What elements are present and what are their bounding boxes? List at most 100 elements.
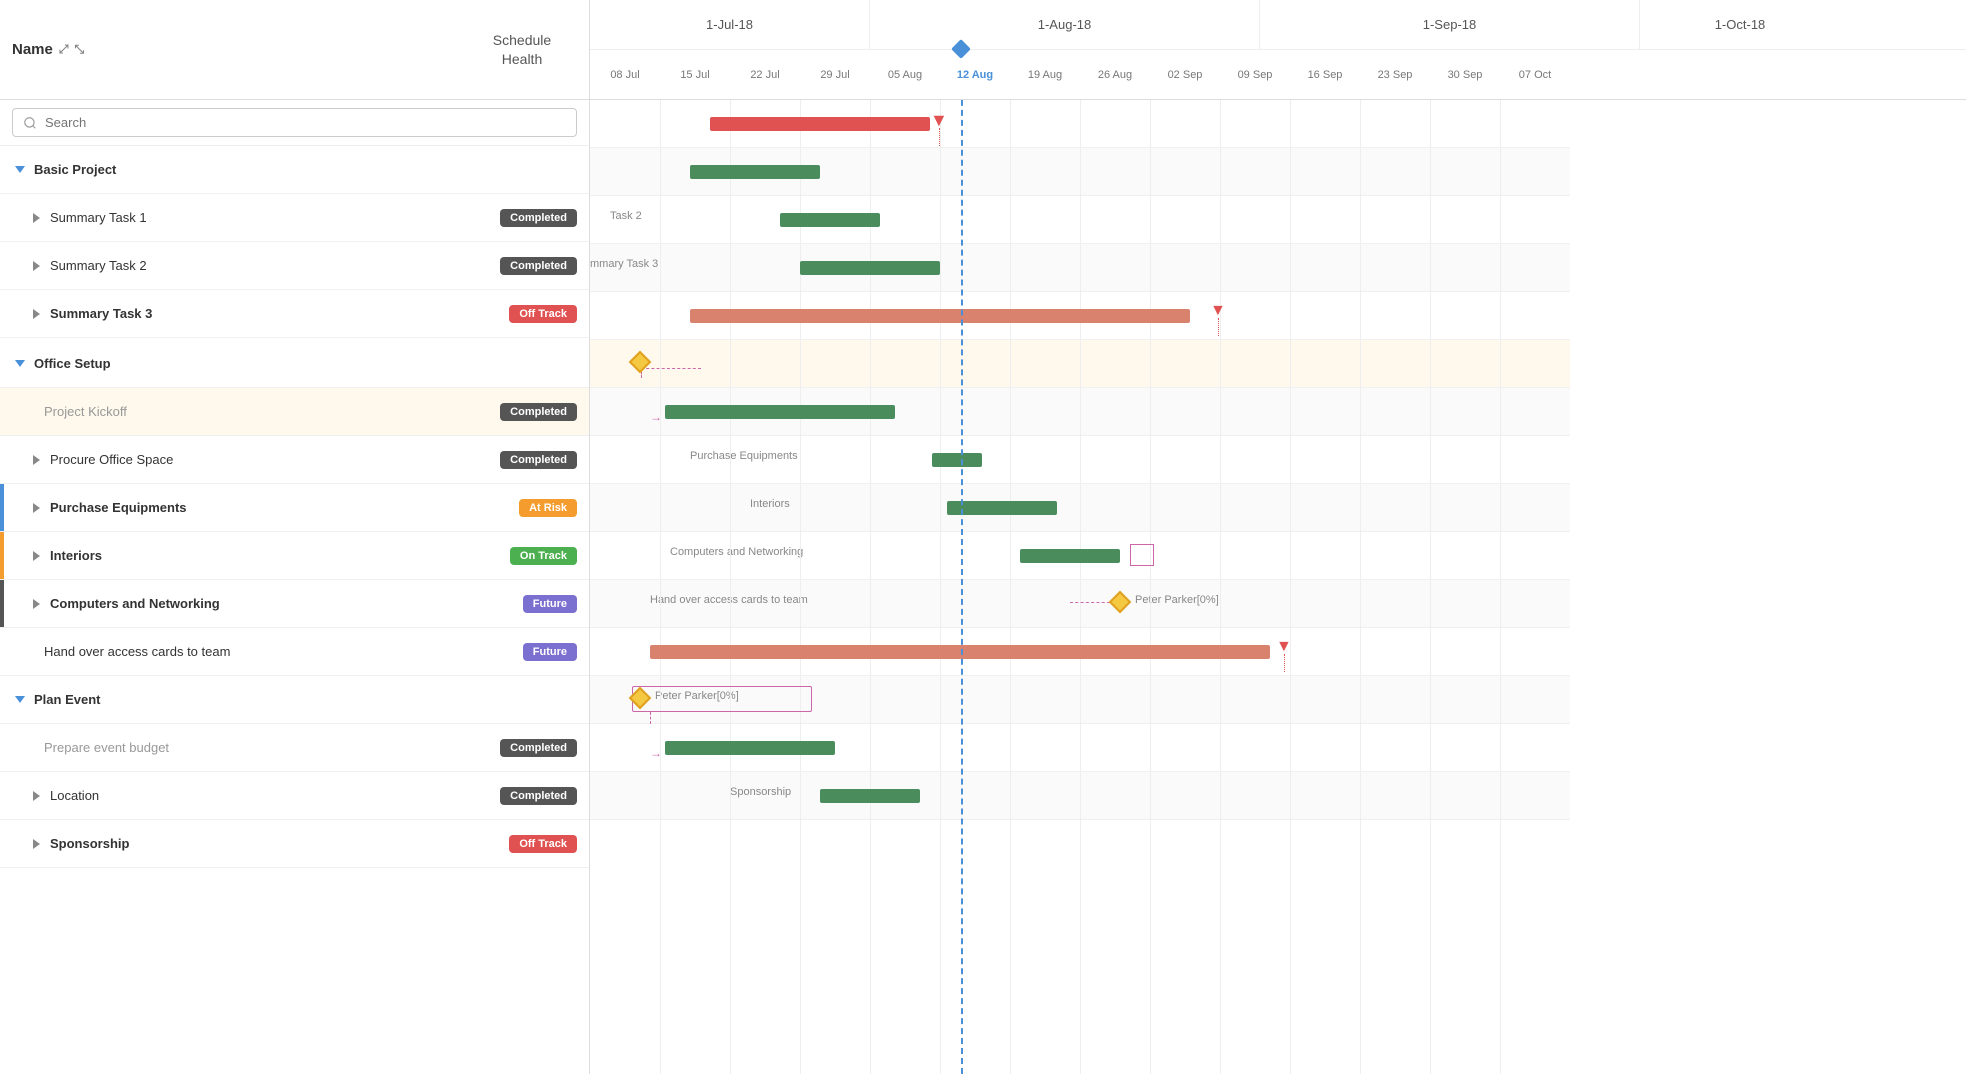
- task-name: Purchase Equipments: [50, 500, 519, 515]
- gantt-outline-box: [632, 686, 812, 712]
- expand-button[interactable]: [28, 258, 44, 274]
- grid-line: [1220, 100, 1221, 1074]
- gantt-bar-green: [1020, 549, 1120, 563]
- grid-line: [1150, 100, 1151, 1074]
- search-input[interactable]: [12, 108, 577, 137]
- task-row: Computers and Networking Future: [0, 580, 589, 628]
- grid-line: [660, 100, 661, 1074]
- status-badge: Future: [523, 595, 577, 613]
- status-badge: Off Track: [509, 305, 577, 323]
- status-badge: Off Track: [509, 835, 577, 853]
- gantt-weeks-row: 08 Jul 15 Jul 22 Jul 29 Jul 05 Aug 12 Au…: [590, 50, 1966, 100]
- task-name: Project Kickoff: [44, 404, 500, 419]
- gantt-bar-green: [780, 213, 880, 227]
- expand-button[interactable]: [28, 210, 44, 226]
- gantt-diamond: [629, 351, 652, 374]
- gantt-bar-salmon: [650, 645, 1270, 659]
- task-row: Office Setup: [0, 340, 589, 388]
- status-badge: Completed: [500, 787, 577, 805]
- expand-button[interactable]: [28, 306, 44, 322]
- task-row: Prepare event budget Completed: [0, 724, 589, 772]
- gantt-milestone-red: ▼: [930, 110, 948, 131]
- status-badge: Completed: [500, 451, 577, 469]
- gantt-bar-green: [665, 741, 835, 755]
- grid-line: [1360, 100, 1361, 1074]
- gantt-milestone-red: ▼: [1210, 302, 1226, 320]
- week-label: 29 Jul: [800, 69, 870, 81]
- gantt-bar-green: [820, 789, 920, 803]
- gantt-outline-box: [1130, 544, 1154, 566]
- expand-button[interactable]: [12, 356, 28, 372]
- expand-button[interactable]: [28, 596, 44, 612]
- column-name-header: Name ⤢ ⤡: [12, 41, 467, 58]
- week-label: 07 Oct: [1500, 69, 1570, 81]
- grid-line: [800, 100, 801, 1074]
- expand-button[interactable]: [12, 692, 28, 708]
- gantt-label: mmary Task 3: [590, 258, 658, 270]
- month-label: 1-Sep-18: [1260, 0, 1640, 49]
- gantt-deadline-line: [1218, 318, 1219, 336]
- gantt-bar-salmon: [690, 309, 1190, 323]
- grid-line: [940, 100, 941, 1074]
- gantt-bar-green: [947, 501, 1057, 515]
- expand-icon[interactable]: ⤢: [59, 42, 69, 57]
- gantt-label-right: Peter Parker[0%]: [1135, 594, 1219, 606]
- task-name: Location: [50, 788, 500, 803]
- status-badge: At Risk: [519, 499, 577, 517]
- gantt-deadline-line: [1284, 654, 1285, 672]
- dashed-connector: [641, 368, 701, 369]
- task-row: Purchase Equipments At Risk: [0, 484, 589, 532]
- task-name: Sponsorship: [50, 836, 509, 851]
- task-name: Summary Task 3: [50, 306, 509, 321]
- week-label: 23 Sep: [1360, 69, 1430, 81]
- expand-button[interactable]: [28, 500, 44, 516]
- grid-line: [1500, 100, 1501, 1074]
- status-badge: Future: [523, 643, 577, 661]
- expand-button[interactable]: [28, 836, 44, 852]
- left-indicator: [0, 484, 4, 531]
- week-label: 09 Sep: [1220, 69, 1290, 81]
- status-badge: Completed: [500, 257, 577, 275]
- gantt-bar-green: [665, 405, 895, 419]
- expand-button[interactable]: [28, 452, 44, 468]
- task-row: Hand over access cards to team Future: [0, 628, 589, 676]
- task-row: Basic Project: [0, 146, 589, 194]
- expand-button[interactable]: [28, 548, 44, 564]
- expand-button[interactable]: [12, 162, 28, 178]
- week-label: 15 Jul: [660, 69, 730, 81]
- gantt-label: Task 2: [610, 210, 642, 222]
- left-indicator: [0, 532, 4, 579]
- week-label: 19 Aug: [1010, 69, 1080, 81]
- task-row: Interiors On Track: [0, 532, 589, 580]
- expand-button[interactable]: [28, 788, 44, 804]
- task-row: Project Kickoff Completed: [0, 388, 589, 436]
- month-label: 1-Jul-18: [590, 0, 870, 49]
- schedule-health-header: Schedule Health: [467, 31, 577, 67]
- dashed-connector: [1070, 602, 1110, 603]
- month-label: 1-Aug-18: [870, 0, 1260, 49]
- week-label: 12 Aug: [940, 69, 1010, 81]
- gantt-label: Hand over access cards to team: [650, 594, 808, 606]
- name-label: Name: [12, 41, 53, 58]
- task-row: Sponsorship Off Track: [0, 820, 589, 868]
- expand-icon-2[interactable]: ⤡: [74, 42, 84, 57]
- task-row: Location Completed: [0, 772, 589, 820]
- gantt-label: Interiors: [750, 498, 790, 510]
- grid-line: [1430, 100, 1431, 1074]
- task-name: Hand over access cards to team: [44, 644, 523, 659]
- gantt-bar-green: [690, 165, 820, 179]
- gantt-header: 1-Jul-18 1-Aug-18 1-Sep-18 1-Oct-18 08 J…: [590, 0, 1966, 100]
- task-name: Procure Office Space: [50, 452, 500, 467]
- main-container: Name ⤢ ⤡ Schedule Health Basic Project S…: [0, 0, 1966, 1074]
- task-name: Prepare event budget: [44, 740, 500, 755]
- task-name: Summary Task 1: [50, 210, 500, 225]
- dashed-connector: [650, 712, 651, 724]
- grid-line: [1080, 100, 1081, 1074]
- week-label: 05 Aug: [870, 69, 940, 81]
- gantt-bar-green: [800, 261, 940, 275]
- task-name: Plan Event: [34, 692, 577, 707]
- month-label: 1-Oct-18: [1640, 0, 1840, 49]
- gantt-bar-red: [710, 117, 930, 131]
- task-name: Office Setup: [34, 356, 577, 371]
- today-line: [961, 50, 963, 1074]
